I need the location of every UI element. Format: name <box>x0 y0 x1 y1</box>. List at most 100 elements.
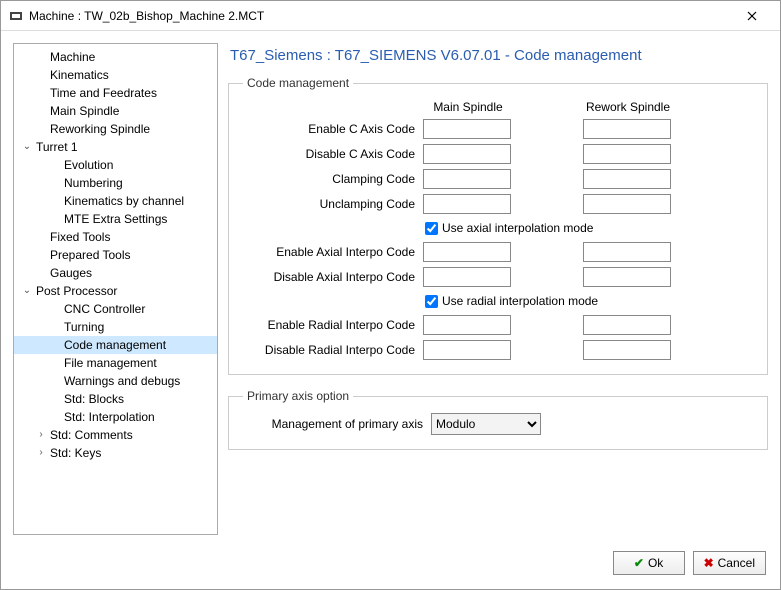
tree-item-fixed-tools[interactable]: Fixed Tools <box>14 228 217 246</box>
tree-item-reworking-spindle[interactable]: Reworking Spindle <box>14 120 217 138</box>
tree-item-numbering[interactable]: Numbering <box>14 174 217 192</box>
tree-item-evolution[interactable]: Evolution <box>14 156 217 174</box>
use-radial-interp-row: Use radial interpolation mode <box>423 292 673 310</box>
tree-item-turning[interactable]: Turning <box>14 318 217 336</box>
row1-3-rework-input[interactable] <box>583 194 671 214</box>
use-axial-interp-row: Use axial interpolation mode <box>423 219 673 237</box>
row1-2-label: Clamping Code <box>243 172 423 186</box>
tree-item-label: Turret 1 <box>34 139 80 155</box>
chevron-right-icon[interactable]: › <box>34 427 48 443</box>
row3-1-label: Disable Radial Interpo Code <box>243 343 423 357</box>
tree-item-label: Reworking Spindle <box>48 121 152 137</box>
x-icon: ✖ <box>704 556 714 570</box>
row1-1-label: Disable C Axis Code <box>243 147 423 161</box>
primary-axis-select[interactable]: Modulo <box>431 413 541 435</box>
footer: ✔ Ok ✖ Cancel <box>1 547 780 589</box>
row1-1-rework-input[interactable] <box>583 144 671 164</box>
tree-item-label: Warnings and debugs <box>62 373 182 389</box>
tree-item-label: Turning <box>62 319 106 335</box>
tree-item-std-blocks[interactable]: Std: Blocks <box>14 390 217 408</box>
tree-item-std-interpolation[interactable]: Std: Interpolation <box>14 408 217 426</box>
tree-item-main-spindle[interactable]: Main Spindle <box>14 102 217 120</box>
tree-item-warnings-and-debugs[interactable]: Warnings and debugs <box>14 372 217 390</box>
tree-item-label: Std: Blocks <box>62 391 126 407</box>
primary-axis-label: Management of primary axis <box>243 417 423 431</box>
tree-item-label: Fixed Tools <box>48 229 112 245</box>
tree-item-label: Numbering <box>62 175 125 191</box>
nav-tree[interactable]: Machine Kinematics Time and Feedrates Main … <box>13 43 218 535</box>
titlebar: Machine : TW_02b_Bishop_Machine 2.MCT <box>1 1 780 31</box>
tree-item-gauges[interactable]: Gauges <box>14 264 217 282</box>
tree-item-label: File management <box>62 355 159 371</box>
check-icon: ✔ <box>634 556 644 570</box>
chevron-down-icon[interactable]: ⌄ <box>20 139 34 155</box>
tree-item-label: Std: Comments <box>48 427 135 443</box>
tree-item-kinematics-by-channel[interactable]: Kinematics by channel <box>14 192 217 210</box>
primary-axis-legend: Primary axis option <box>243 389 353 403</box>
machine-editor-window: Machine : TW_02b_Bishop_Machine 2.MCT Ma… <box>0 0 781 590</box>
tree-item-machine[interactable]: Machine <box>14 48 217 66</box>
row1-0-rework-input[interactable] <box>583 119 671 139</box>
primary-axis-row: Management of primary axis Modulo <box>243 413 753 435</box>
tree-item-code-management[interactable]: Code management <box>14 336 217 354</box>
row3-1-rework-input[interactable] <box>583 340 671 360</box>
use-axial-interp-checkbox[interactable] <box>425 222 438 235</box>
cancel-label: Cancel <box>718 556 755 570</box>
app-icon <box>9 9 23 23</box>
row3-0-main-input[interactable] <box>423 315 511 335</box>
ok-button[interactable]: ✔ Ok <box>613 551 685 575</box>
ok-label: Ok <box>648 556 663 570</box>
row2-0-rework-input[interactable] <box>583 242 671 262</box>
tree-item-std-comments[interactable]: ›Std: Comments <box>14 426 217 444</box>
tree-item-label: Std: Keys <box>48 445 103 461</box>
tree-item-std-keys[interactable]: ›Std: Keys <box>14 444 217 462</box>
code-management-group: Code management Main SpindleRework Spind… <box>228 76 768 375</box>
row2-1-rework-input[interactable] <box>583 267 671 287</box>
tree-item-label: Gauges <box>48 265 94 281</box>
tree-item-label: Std: Interpolation <box>62 409 157 425</box>
tree-item-time-and-feedrates[interactable]: Time and Feedrates <box>14 84 217 102</box>
close-icon <box>747 11 757 21</box>
tree-item-turret-1[interactable]: ⌄Turret 1 <box>14 138 217 156</box>
tree-item-cnc-controller[interactable]: CNC Controller <box>14 300 217 318</box>
tree-item-label: Prepared Tools <box>48 247 133 263</box>
row1-3-main-input[interactable] <box>423 194 511 214</box>
tree-item-file-management[interactable]: File management <box>14 354 217 372</box>
row1-0-main-input[interactable] <box>423 119 511 139</box>
row3-1-main-input[interactable] <box>423 340 511 360</box>
code-management-legend: Code management <box>243 76 353 90</box>
tree-item-label: Post Processor <box>34 283 119 299</box>
tree-item-label: Kinematics <box>48 67 111 83</box>
row1-1-main-input[interactable] <box>423 144 511 164</box>
tree-item-label: Main Spindle <box>48 103 121 119</box>
body: Machine Kinematics Time and Feedrates Main … <box>1 31 780 547</box>
code-management-grid: Main SpindleRework SpindleEnable C Axis … <box>243 100 753 360</box>
tree-item-label: Code management <box>62 337 168 353</box>
cancel-button[interactable]: ✖ Cancel <box>693 551 766 575</box>
tree-item-label: CNC Controller <box>62 301 147 317</box>
tree-item-label: MTE Extra Settings <box>62 211 169 227</box>
close-button[interactable] <box>732 2 772 30</box>
page-title: T67_Siemens : T67_SIEMENS V6.07.01 - Cod… <box>230 47 768 64</box>
tree-item-kinematics[interactable]: Kinematics <box>14 66 217 84</box>
row1-2-main-input[interactable] <box>423 169 511 189</box>
col-rework-spindle: Rework Spindle <box>583 100 673 114</box>
tree-item-label: Kinematics by channel <box>62 193 186 209</box>
tree-item-mte-extra-settings[interactable]: MTE Extra Settings <box>14 210 217 228</box>
use-axial-interp-label: Use axial interpolation mode <box>442 221 593 235</box>
row3-0-label: Enable Radial Interpo Code <box>243 318 423 332</box>
chevron-down-icon[interactable]: ⌄ <box>20 283 34 299</box>
use-radial-interp-checkbox[interactable] <box>425 295 438 308</box>
tree-item-post-processor[interactable]: ⌄Post Processor <box>14 282 217 300</box>
tree-item-label: Evolution <box>62 157 115 173</box>
primary-axis-group: Primary axis option Management of primar… <box>228 389 768 450</box>
row3-0-rework-input[interactable] <box>583 315 671 335</box>
row2-0-main-input[interactable] <box>423 242 511 262</box>
row1-2-rework-input[interactable] <box>583 169 671 189</box>
chevron-right-icon[interactable]: › <box>34 445 48 461</box>
tree-item-label: Machine <box>48 49 97 65</box>
tree-item-label: Time and Feedrates <box>48 85 159 101</box>
tree-item-prepared-tools[interactable]: Prepared Tools <box>14 246 217 264</box>
row2-1-main-input[interactable] <box>423 267 511 287</box>
row1-0-label: Enable C Axis Code <box>243 122 423 136</box>
